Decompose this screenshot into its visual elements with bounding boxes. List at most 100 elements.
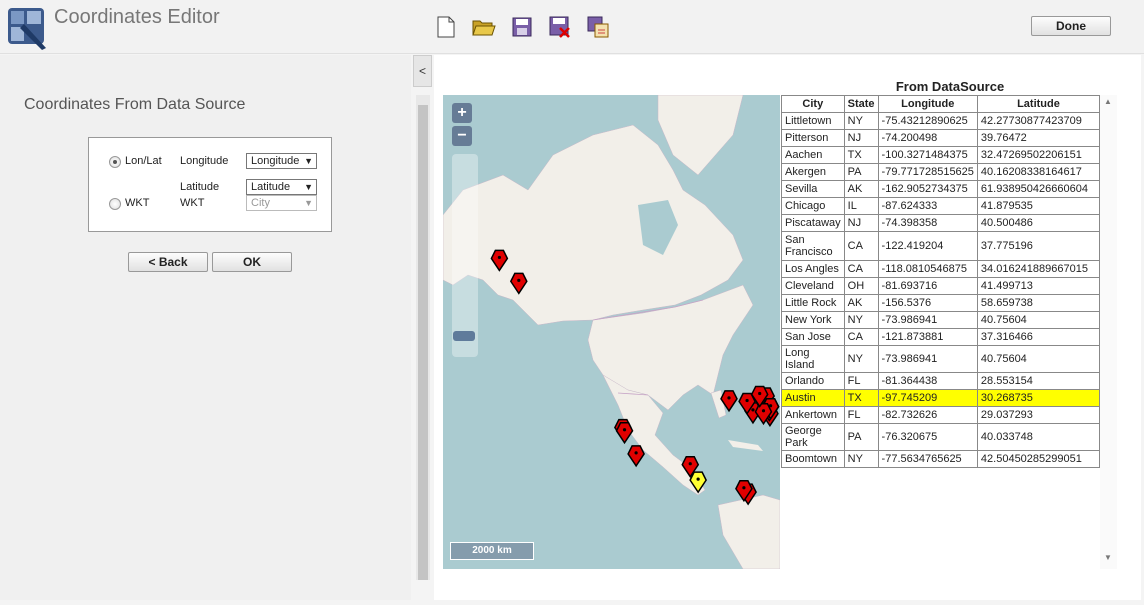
cell-city: Cleveland xyxy=(781,277,845,295)
open-folder-icon[interactable] xyxy=(472,14,496,40)
new-file-icon[interactable] xyxy=(434,14,458,40)
header-bar: Coordinates Editor Done xyxy=(0,0,1144,54)
cell-longitude: -74.200498 xyxy=(877,129,978,147)
cell-longitude: -97.745209 xyxy=(877,389,978,407)
cell-longitude: -77.5634765625 xyxy=(877,450,978,468)
latitude-select-value: Latitude xyxy=(251,181,291,193)
cell-state: NY xyxy=(843,311,879,329)
save-as-icon[interactable] xyxy=(548,14,572,40)
cell-state: NY xyxy=(843,112,879,130)
cell-longitude: -118.0810546875 xyxy=(877,260,978,278)
scroll-up-icon[interactable]: ▲ xyxy=(1104,97,1112,106)
table-row[interactable]: Cleveland OH -81.693716 41.499713 xyxy=(781,277,1101,295)
cell-latitude: 30.268735 xyxy=(976,389,1101,407)
map-view[interactable]: + − xyxy=(443,95,780,569)
lonlat-label: Lon/Lat xyxy=(125,155,162,167)
cell-state: NJ xyxy=(843,214,879,232)
cell-state: AK xyxy=(843,294,879,312)
cell-city: New York xyxy=(781,311,845,329)
col-header-longitude[interactable]: Longitude xyxy=(877,95,978,113)
table-row[interactable]: Pitterson NJ -74.200498 39.76472 xyxy=(781,129,1101,147)
cell-latitude: 40.500486 xyxy=(976,214,1101,232)
map-basemap xyxy=(443,95,780,569)
scroll-down-icon[interactable]: ▼ xyxy=(1104,553,1112,562)
cell-latitude: 41.499713 xyxy=(976,277,1101,295)
cell-longitude: -75.43212890625 xyxy=(877,112,978,130)
chevron-down-icon: ▼ xyxy=(304,182,313,192)
table-row[interactable]: George Park PA -76.320675 40.033748 xyxy=(781,423,1101,451)
table-row[interactable]: Orlando FL -81.364438 28.553154 xyxy=(781,372,1101,390)
table-row[interactable]: Little Rock AK -156.5376 58.659738 xyxy=(781,294,1101,312)
cell-longitude: -76.320675 xyxy=(877,423,978,451)
col-header-city[interactable]: City xyxy=(781,95,845,113)
cell-longitude: -122.419204 xyxy=(877,231,978,261)
table-scrollbar[interactable]: ▲ ▼ xyxy=(1100,95,1117,569)
zoom-slider-handle[interactable] xyxy=(453,331,475,341)
save-icon[interactable] xyxy=(510,14,534,40)
table-row[interactable]: Littletown NY -75.43212890625 42.2773087742… xyxy=(781,112,1101,130)
ok-button[interactable]: OK xyxy=(212,252,292,272)
cell-longitude: -81.364438 xyxy=(877,372,978,390)
cell-latitude: 29.037293 xyxy=(976,406,1101,424)
cell-state: CA xyxy=(843,231,879,261)
cell-city: George Park xyxy=(781,423,845,451)
zoom-slider-track[interactable] xyxy=(452,154,478,357)
cell-state: PA xyxy=(843,163,879,181)
table-row[interactable]: Boomtown NY -77.5634765625 42.5045028529905… xyxy=(781,450,1101,468)
cell-latitude: 61.938950426660604 xyxy=(976,180,1101,198)
app-logo xyxy=(6,6,50,50)
cell-city: Austin xyxy=(781,389,845,407)
cell-city: San Jose xyxy=(781,328,845,346)
table-title: From DataSource xyxy=(895,79,1005,94)
col-header-latitude[interactable]: Latitude xyxy=(976,95,1101,113)
coordinate-source-box: Lon/Lat Longitude Longitude ▼ Latitude L… xyxy=(88,137,332,232)
table-row[interactable]: San Francisco CA -122.419204 37.775196 xyxy=(781,231,1101,261)
toolbar xyxy=(434,14,610,40)
cell-latitude: 34.016241889667015 xyxy=(976,260,1101,278)
zoom-in-button[interactable]: + xyxy=(452,103,472,123)
table-row[interactable]: Sevilla AK -162.9052734375 61.9389504266606… xyxy=(781,180,1101,198)
cell-latitude: 40.033748 xyxy=(976,423,1101,451)
cell-latitude: 39.76472 xyxy=(976,129,1101,147)
table-row[interactable]: Long Island NY -73.986941 40.75604 xyxy=(781,345,1101,373)
latitude-select[interactable]: Latitude ▼ xyxy=(246,179,317,195)
wkt-radio[interactable] xyxy=(109,198,121,210)
cell-city: Aachen xyxy=(781,146,845,164)
table-row[interactable]: Los Angles CA -118.0810546875 34.0162418896… xyxy=(781,260,1101,278)
cell-city: Ankertown xyxy=(781,406,845,424)
table-header-row: City State Longitude Latitude xyxy=(781,95,1101,113)
cell-city: Long Island xyxy=(781,345,845,373)
done-button[interactable]: Done xyxy=(1031,16,1111,36)
export-icon[interactable] xyxy=(586,14,610,40)
table-row[interactable]: Aachen TX -100.3271484375 32.47269502206151 xyxy=(781,146,1101,164)
cell-longitude: -100.3271484375 xyxy=(877,146,978,164)
table-row[interactable]: Akergen PA -79.771728515625 40.162083381646… xyxy=(781,163,1101,181)
table-row[interactable]: Piscataway NJ -74.398358 40.500486 xyxy=(781,214,1101,232)
cell-latitude: 41.879535 xyxy=(976,197,1101,215)
table-row[interactable]: Chicago IL -87.624333 41.879535 xyxy=(781,197,1101,215)
left-scrollbar-thumb[interactable] xyxy=(418,105,428,580)
cell-longitude: -73.986941 xyxy=(877,345,978,373)
left-panel: Coordinates From Data Source Lon/Lat Lon… xyxy=(0,55,411,600)
table-row[interactable]: Ankertown FL -82.732626 29.037293 xyxy=(781,406,1101,424)
cell-latitude: 58.659738 xyxy=(976,294,1101,312)
cell-latitude: 42.50450285299051 xyxy=(976,450,1101,468)
cell-state: OH xyxy=(843,277,879,295)
collapse-panel-button[interactable]: < xyxy=(413,55,432,87)
cell-state: TX xyxy=(843,146,879,164)
cell-state: NY xyxy=(843,450,879,468)
cell-latitude: 28.553154 xyxy=(976,372,1101,390)
wkt-select[interactable]: City ▼ xyxy=(246,195,317,211)
map-scale-bar: 2000 km xyxy=(450,542,534,560)
chevron-down-icon: ▼ xyxy=(304,156,313,166)
left-scrollbar[interactable] xyxy=(416,95,430,580)
zoom-out-button[interactable]: − xyxy=(452,126,472,146)
cell-state: FL xyxy=(843,406,879,424)
col-header-state[interactable]: State xyxy=(843,95,879,113)
back-button[interactable]: < Back xyxy=(128,252,208,272)
table-row[interactable]: New York NY -73.986941 40.75604 xyxy=(781,311,1101,329)
table-row[interactable]: Austin TX -97.745209 30.268735 xyxy=(781,389,1101,407)
table-row[interactable]: San Jose CA -121.873881 37.316466 xyxy=(781,328,1101,346)
lonlat-radio[interactable] xyxy=(109,156,121,168)
longitude-select[interactable]: Longitude ▼ xyxy=(246,153,317,169)
